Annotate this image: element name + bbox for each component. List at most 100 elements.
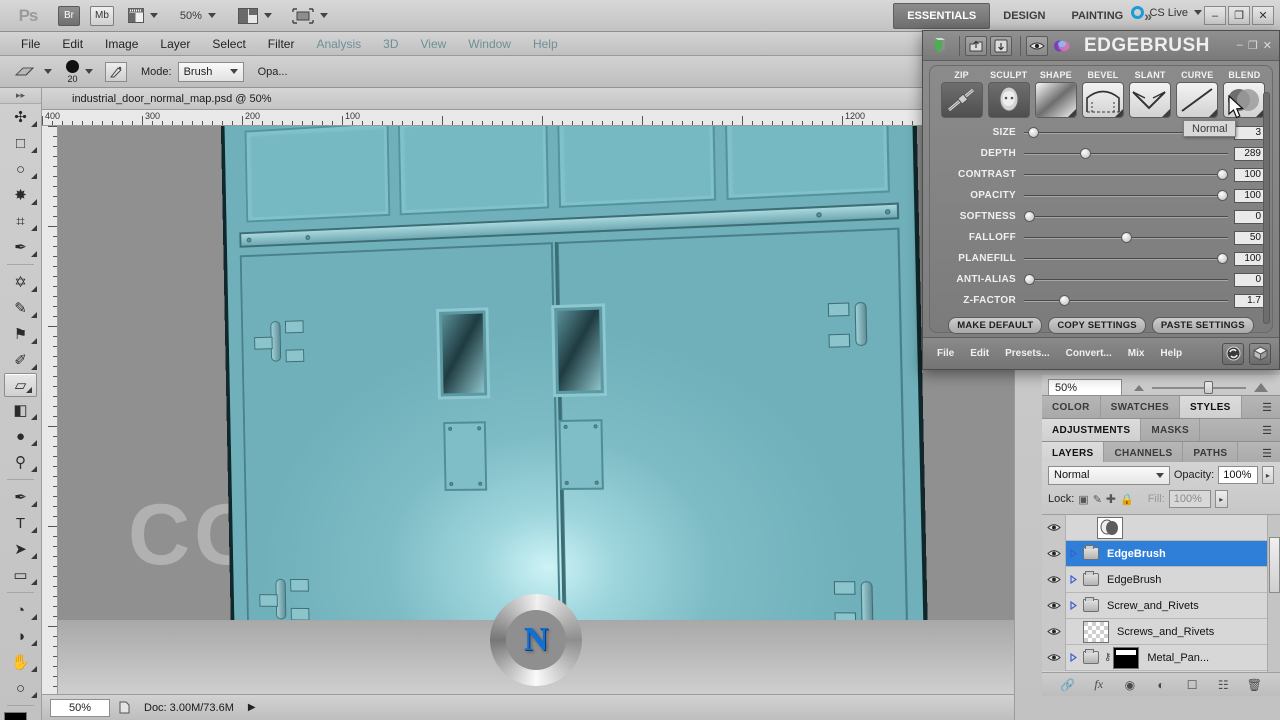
gradient-tool[interactable]: ◧ <box>0 397 41 423</box>
layer-thumbnail[interactable] <box>1097 516 1123 539</box>
slider-knob-falloff[interactable] <box>1120 232 1132 243</box>
lock-position-icon[interactable]: ✚ <box>1106 492 1116 506</box>
toolbar-collapse-button[interactable]: ▸▸ <box>0 88 41 104</box>
edgebrush-menu-edit[interactable]: Edit <box>970 348 989 359</box>
slider-track-opacity[interactable] <box>1024 189 1228 202</box>
quick-selection-tool[interactable]: ✸ <box>0 182 41 208</box>
tab-color[interactable]: COLOR <box>1042 396 1101 419</box>
blur-tool[interactable]: ● <box>0 423 41 449</box>
adjustment-icon[interactable]: ◐ <box>1151 676 1171 694</box>
refresh-icon[interactable] <box>1222 342 1244 365</box>
table-row[interactable]: EdgeBrush <box>1042 566 1280 593</box>
flyout-corner-icon[interactable] <box>1067 109 1076 117</box>
slider-knob-opacity[interactable] <box>1217 190 1228 201</box>
table-row[interactable]: EdgeBrush <box>1042 540 1280 567</box>
layer-visibility-toggle[interactable] <box>1042 540 1066 567</box>
edgebrush-menu-help[interactable]: Help <box>1160 348 1182 359</box>
layer-visibility-toggle[interactable] <box>1042 618 1066 645</box>
layer-thumbnail[interactable] <box>1083 620 1109 643</box>
tool-flyout-triangle-icon[interactable] <box>31 466 37 472</box>
crop-tool[interactable]: ⌗ <box>0 208 41 234</box>
path-selection-tool[interactable]: ➤ <box>0 536 41 562</box>
screen-mode-button[interactable] <box>292 7 328 24</box>
layer-list-scroll-thumb[interactable] <box>1269 537 1280 593</box>
marquee-tool[interactable]: □ <box>0 130 41 156</box>
edgebrush-minimize-button[interactable]: – <box>1237 39 1243 52</box>
slider-value-size[interactable]: 3 <box>1234 125 1264 140</box>
eraser-tool[interactable]: ▱ <box>4 373 37 397</box>
tool-flyout-triangle-icon[interactable] <box>31 225 37 231</box>
slider-track-contrast[interactable] <box>1024 168 1228 181</box>
fill-stepper[interactable]: ▸ <box>1214 490 1228 508</box>
lock-transparent-icon[interactable]: ▣ <box>1078 493 1088 506</box>
maximize-button[interactable]: ❐ <box>1228 6 1250 25</box>
table-row[interactable]: ⚷ Metal_Pan... <box>1042 644 1280 671</box>
slider-knob-z-factor[interactable] <box>1058 295 1070 306</box>
slider-track-softness[interactable] <box>1024 210 1228 223</box>
edgebrush-menu-presets[interactable]: Presets... <box>1005 348 1049 359</box>
navigator-zoom-field[interactable]: 50% <box>1048 379 1122 396</box>
eye-icon[interactable] <box>1026 35 1048 56</box>
slider-value-z-factor[interactable]: 1.7 <box>1234 293 1264 308</box>
tab-swatches[interactable]: SWATCHES <box>1101 396 1180 419</box>
type-tool[interactable]: T <box>0 510 41 536</box>
status-preview-icon[interactable] <box>114 699 134 717</box>
close-button[interactable]: ✕ <box>1252 6 1274 25</box>
menu-help[interactable]: Help <box>522 32 569 56</box>
slider-knob-softness[interactable] <box>1024 211 1035 222</box>
tool-flyout-triangle-icon[interactable] <box>26 387 32 393</box>
clone-stamp-tool[interactable]: ⚑ <box>0 321 41 347</box>
foreground-color-swatch[interactable] <box>3 712 27 720</box>
mask-icon[interactable]: ◉ <box>1120 676 1140 694</box>
slider-track-anti-alias[interactable] <box>1024 273 1228 286</box>
blend-mode-select[interactable]: Normal <box>1048 465 1170 485</box>
brush-tool[interactable]: ✎ <box>0 295 41 321</box>
tool-flyout-triangle-icon[interactable] <box>31 692 37 698</box>
rectangle-tool[interactable]: ▭ <box>0 562 41 588</box>
slider-knob-anti-alias[interactable] <box>1024 274 1035 285</box>
tool-flyout-triangle-icon[interactable] <box>31 666 37 672</box>
menu-layer[interactable]: Layer <box>149 32 201 56</box>
menu-analysis[interactable]: Analysis <box>305 32 372 56</box>
layers-panel-menu-icon[interactable]: ☰ <box>1262 442 1280 464</box>
slider-knob-planefill[interactable] <box>1217 253 1228 264</box>
opacity-stepper[interactable]: ▸ <box>1261 466 1274 484</box>
copy-settings-button[interactable]: COPY SETTINGS <box>1048 317 1146 334</box>
tool-flyout-triangle-icon[interactable] <box>31 199 37 205</box>
slider-value-planefill[interactable]: 100 <box>1234 251 1264 266</box>
layer-disclosure-triangle[interactable] <box>1066 575 1080 584</box>
tool-flyout-triangle-icon[interactable] <box>31 614 37 620</box>
spot-healing-brush-tool[interactable]: ✡ <box>0 269 41 295</box>
zip-tool[interactable] <box>940 82 983 118</box>
curve-tool[interactable] <box>1176 82 1219 118</box>
tab-adjustments[interactable]: ADJUSTMENTS <box>1042 419 1142 442</box>
trash-icon[interactable]: 🗑 <box>1244 676 1264 694</box>
color-swatches[interactable] <box>3 712 38 720</box>
cs-live-button[interactable]: CS Live <box>1131 6 1202 19</box>
zoom-slider-knob[interactable] <box>1203 381 1213 394</box>
group-icon[interactable]: ☐ <box>1182 676 1202 694</box>
tool-flyout-triangle-icon[interactable] <box>31 553 37 559</box>
workspace-essentials[interactable]: ESSENTIALS <box>893 3 991 29</box>
vertical-ruler[interactable] <box>42 126 58 694</box>
tool-flyout-triangle-icon[interactable] <box>31 414 37 420</box>
document-tab[interactable]: industrial_door_normal_map.psd @ 50% <box>42 88 1014 110</box>
table-row[interactable]: Screw_and_Rivets <box>1042 592 1280 619</box>
layer-list[interactable]: EdgeBrush EdgeBrush Screw_and_Rivets Screws… <box>1042 514 1280 672</box>
adjustments-panel-menu-icon[interactable]: ☰ <box>1262 419 1280 441</box>
3d-object-rotate-tool[interactable]: ◔ <box>0 597 41 623</box>
eraser-icon[interactable] <box>12 62 38 82</box>
make-default-button[interactable]: MAKE DEFAULT <box>948 317 1043 334</box>
layer-mask-thumbnail[interactable] <box>1113 646 1140 669</box>
zoom-level-value[interactable]: 50% <box>180 10 202 22</box>
slider-value-falloff[interactable]: 50 <box>1234 230 1264 245</box>
menu-edit[interactable]: Edit <box>51 32 94 56</box>
slider-knob-size[interactable] <box>1027 127 1039 138</box>
pen-tool[interactable]: ✒ <box>0 484 41 510</box>
flyout-corner-icon[interactable] <box>1162 109 1171 117</box>
layer-disclosure-triangle[interactable] <box>1066 601 1080 610</box>
tool-flyout-triangle-icon[interactable] <box>31 501 37 507</box>
canvas[interactable]: CG N <box>58 126 1014 694</box>
tool-flyout-triangle-icon[interactable] <box>31 251 37 257</box>
slider-value-softness[interactable]: 0 <box>1234 209 1264 224</box>
